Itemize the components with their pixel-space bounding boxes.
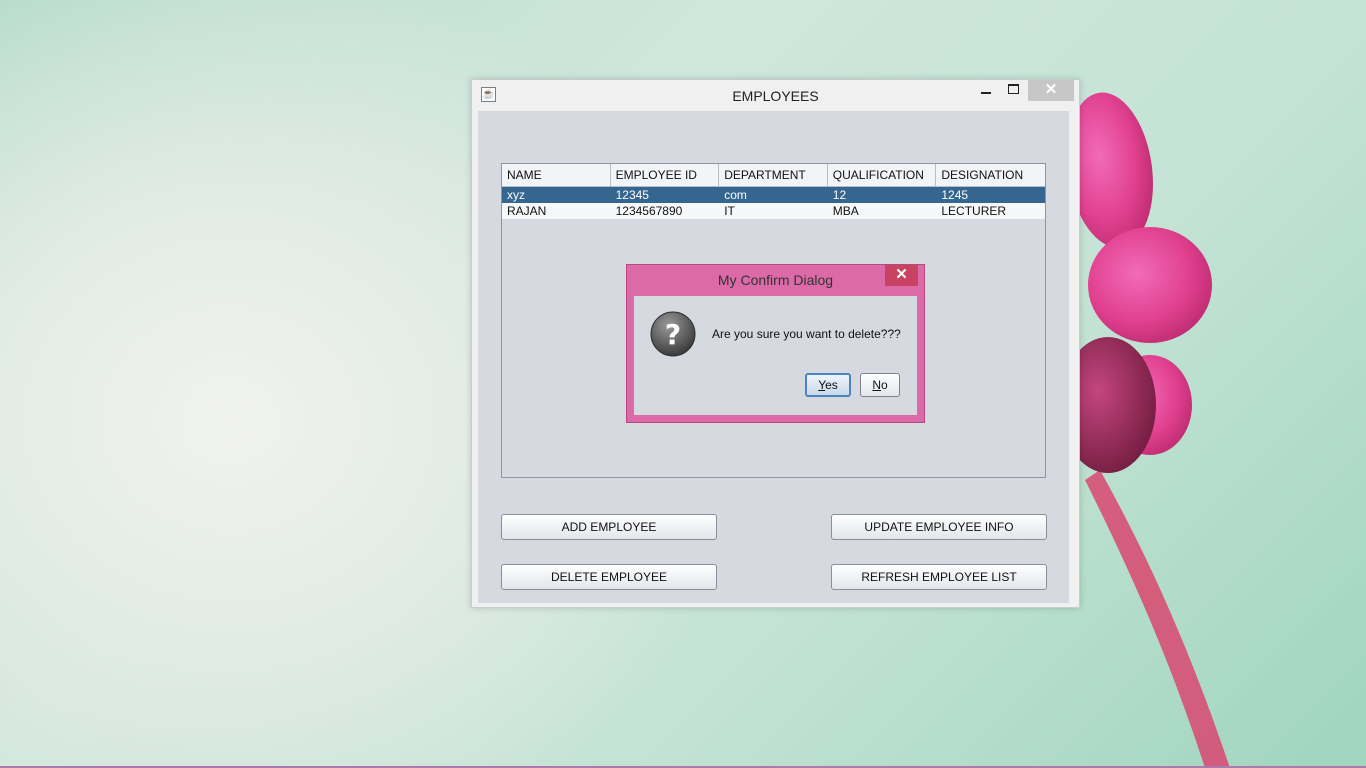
table-row[interactable]: xyz 12345 com 12 1245 xyxy=(502,187,1045,203)
table-cell: MBA xyxy=(832,204,859,218)
no-button[interactable]: No xyxy=(860,373,900,397)
close-icon: ✕ xyxy=(895,266,908,283)
table-cell: 12 xyxy=(832,188,847,202)
close-button[interactable]: ✕ xyxy=(1028,80,1074,101)
yes-button[interactable]: Yes xyxy=(805,373,851,397)
column-header-department[interactable]: DEPARTMENT xyxy=(719,164,828,186)
yes-label: es xyxy=(825,378,838,392)
no-mnemonic: N xyxy=(872,378,881,392)
no-label: o xyxy=(880,378,888,392)
table-cell: xyz xyxy=(507,188,525,202)
table-row[interactable]: RAJAN 1234567890 IT MBA LECTURER xyxy=(502,203,1045,219)
dialog-title: My Confirm Dialog xyxy=(717,272,834,288)
maximize-button[interactable] xyxy=(1000,80,1026,101)
table-cell: com xyxy=(724,188,747,202)
question-icon: ? xyxy=(650,311,696,357)
svg-text:?: ? xyxy=(665,318,681,351)
column-header-employee-id[interactable]: EMPLOYEE ID xyxy=(611,164,720,186)
window-titlebar[interactable]: ☕ EMPLOYEES ✕ xyxy=(472,80,1079,110)
table-cell: 12345 xyxy=(615,188,649,202)
column-header-qualification[interactable]: QUALIFICATION xyxy=(828,164,937,186)
minimize-button[interactable] xyxy=(974,80,998,101)
column-header-designation[interactable]: DESIGNATION xyxy=(936,164,1045,186)
dialog-close-button[interactable]: ✕ xyxy=(885,265,918,286)
column-header-name[interactable]: NAME xyxy=(502,164,611,186)
table-cell: 1245 xyxy=(941,188,969,202)
dialog-body: ? Are you sure you want to delete??? Yes… xyxy=(634,296,917,415)
dialog-message: Are you sure you want to delete??? xyxy=(712,327,901,341)
minimize-icon xyxy=(981,92,991,94)
table-cell: 1234567890 xyxy=(615,204,683,218)
table-cell: RAJAN xyxy=(507,204,547,218)
update-employee-info-button[interactable]: UPDATE EMPLOYEE INFO xyxy=(831,514,1047,540)
delete-employee-button[interactable]: DELETE EMPLOYEE xyxy=(501,564,717,590)
table-cell: IT xyxy=(724,204,735,218)
table-header: NAME EMPLOYEE ID DEPARTMENT QUALIFICATIO… xyxy=(502,164,1045,187)
close-icon: ✕ xyxy=(1044,81,1058,98)
confirm-dialog: My Confirm Dialog ✕ ? Are you sure you w… xyxy=(626,264,925,423)
table-cell: LECTURER xyxy=(941,204,1007,218)
refresh-employee-list-button[interactable]: REFRESH EMPLOYEE LIST xyxy=(831,564,1047,590)
add-employee-button[interactable]: ADD EMPLOYEE xyxy=(501,514,717,540)
maximize-icon xyxy=(1007,84,1019,94)
